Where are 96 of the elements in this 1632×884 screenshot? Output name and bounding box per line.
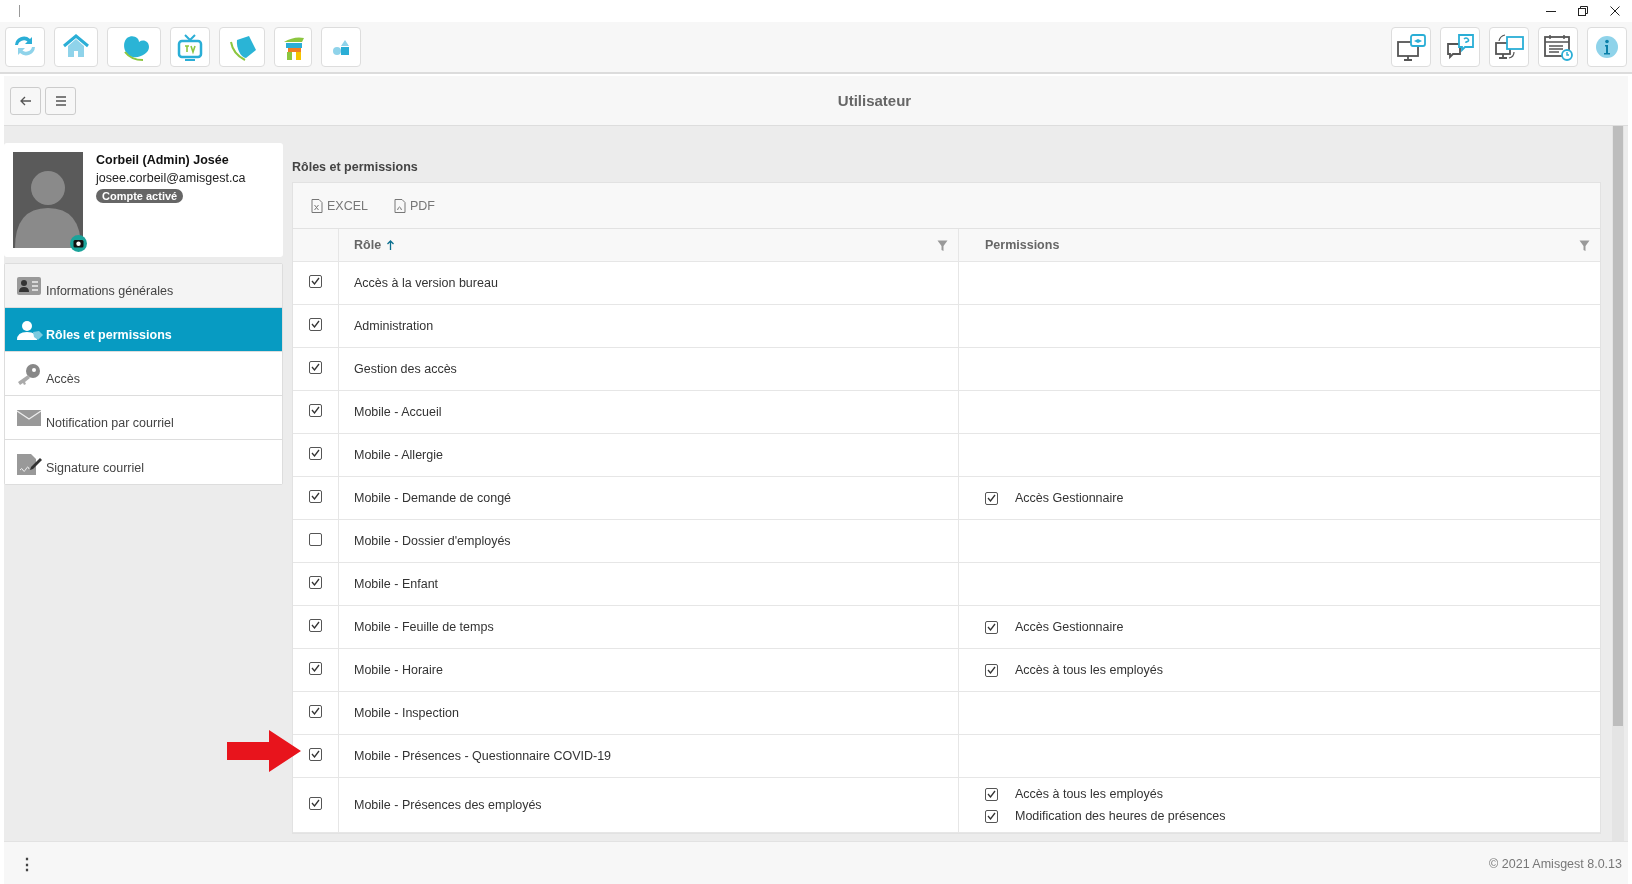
calendar-clock-button[interactable] bbox=[1538, 27, 1578, 67]
checkmark-icon bbox=[311, 799, 320, 807]
scrollbar-thumb[interactable] bbox=[1613, 126, 1623, 726]
copyright-text: © 2021 Amisgest 8.0.13 bbox=[1489, 857, 1622, 871]
checkbox[interactable] bbox=[309, 446, 322, 460]
id-card-icon bbox=[17, 276, 43, 298]
monitors-sync-icon bbox=[1494, 32, 1524, 62]
restore-icon bbox=[1578, 6, 1588, 16]
figure-button[interactable] bbox=[274, 27, 312, 67]
monitor-chat-icon bbox=[1396, 32, 1426, 62]
table-cell: Gestion des accès bbox=[339, 348, 959, 390]
checkbox[interactable] bbox=[309, 317, 322, 331]
table-cell: Mobile - Feuille de temps bbox=[339, 606, 959, 648]
checkbox[interactable] bbox=[309, 618, 322, 632]
home-button[interactable] bbox=[54, 27, 98, 67]
status-badge: Compte activé bbox=[96, 189, 184, 203]
export-button[interactable]: EXCEL bbox=[311, 198, 368, 213]
signature-document-icon bbox=[17, 453, 43, 475]
checkmark-icon bbox=[987, 812, 996, 820]
filter-icon bbox=[1579, 239, 1590, 251]
chat-question-icon bbox=[1445, 32, 1475, 62]
shapes-button[interactable] bbox=[321, 27, 361, 67]
checkmark-icon bbox=[987, 666, 996, 674]
filter-icon bbox=[937, 239, 948, 251]
table-cell: Mobile - Allergie bbox=[339, 434, 959, 476]
checkbox[interactable] bbox=[309, 532, 322, 546]
permission-label: Accès à tous les employés bbox=[1015, 663, 1163, 677]
checkbox[interactable] bbox=[309, 796, 322, 810]
calendar-clock-icon bbox=[1543, 32, 1573, 62]
section-title: Rôles et permissions bbox=[292, 160, 419, 174]
checkbox[interactable] bbox=[309, 661, 322, 675]
camera-icon bbox=[70, 235, 87, 252]
page-title: Utilisateur bbox=[836, 92, 913, 109]
checkmark-icon bbox=[311, 363, 320, 371]
checkmark-icon bbox=[311, 492, 320, 500]
table-cell: Administration bbox=[339, 305, 959, 347]
pdf-file-icon bbox=[394, 198, 406, 213]
checkbox[interactable] bbox=[309, 360, 322, 374]
close-icon bbox=[1610, 6, 1620, 16]
checkbox[interactable] bbox=[985, 809, 998, 823]
user-email: josee.corbeil@amisgest.ca bbox=[96, 171, 246, 185]
table-cell: Mobile - Dossier d'employés bbox=[339, 520, 959, 562]
checkbox[interactable] bbox=[309, 747, 322, 761]
checkbox[interactable] bbox=[309, 274, 322, 288]
menu-icon bbox=[54, 95, 67, 106]
excel-file-icon bbox=[311, 198, 323, 213]
table-cell: Mobile - Inspection bbox=[339, 692, 959, 734]
table-cell: Mobile - Accueil bbox=[339, 391, 959, 433]
table-cell: Mobile - Présences des employés bbox=[339, 778, 959, 832]
checkbox[interactable] bbox=[309, 704, 322, 718]
tv-button[interactable] bbox=[170, 27, 210, 67]
nav-item[interactable]: Informations générales bbox=[5, 264, 282, 308]
permission-label: Accès Gestionnaire bbox=[1015, 620, 1124, 634]
checkbox[interactable] bbox=[309, 489, 322, 503]
monitor-chat-button[interactable] bbox=[1391, 27, 1431, 67]
checkmark-icon bbox=[311, 277, 320, 285]
checkbox[interactable] bbox=[985, 491, 998, 505]
permission-label: Accès Gestionnaire bbox=[1015, 491, 1124, 505]
checkmark-icon bbox=[987, 623, 996, 631]
export-button[interactable]: PDF bbox=[394, 198, 435, 213]
column-header[interactable]: Rôle bbox=[354, 238, 382, 252]
checkmark-icon bbox=[987, 790, 996, 798]
table-cell: Mobile - Demande de congé bbox=[339, 477, 959, 519]
checkbox[interactable] bbox=[985, 663, 998, 677]
checkmark-icon bbox=[987, 494, 996, 502]
column-header[interactable]: Permissions bbox=[985, 238, 1060, 252]
key-icon bbox=[17, 364, 43, 386]
tv-icon bbox=[175, 32, 205, 62]
checkmark-icon bbox=[311, 707, 320, 715]
checkmark-icon bbox=[311, 621, 320, 629]
chat-question-button[interactable] bbox=[1440, 27, 1480, 67]
user-tag-icon bbox=[17, 320, 43, 342]
table-cell: Accès à la version bureau bbox=[339, 262, 959, 304]
table-cell: Mobile - Horaire bbox=[339, 649, 959, 691]
more-button[interactable]: ⋮ bbox=[19, 854, 35, 874]
back-arrow-icon bbox=[19, 95, 32, 106]
checkbox[interactable] bbox=[309, 403, 322, 417]
table-cell: Mobile - Présences - Questionnaire COVID-19 bbox=[339, 735, 959, 777]
info-button[interactable] bbox=[1587, 27, 1627, 67]
checkmark-icon bbox=[311, 449, 320, 457]
refresh-button[interactable] bbox=[5, 27, 45, 67]
permission-label: Accès à tous les employés bbox=[1015, 787, 1163, 801]
checkmark-icon bbox=[311, 664, 320, 672]
checkmark-icon bbox=[311, 750, 320, 758]
checkbox[interactable] bbox=[309, 575, 322, 589]
checkbox[interactable] bbox=[985, 787, 998, 801]
back-button[interactable] bbox=[10, 86, 41, 115]
checkmark-icon bbox=[311, 578, 320, 586]
user-name: Corbeil (Admin) Josée bbox=[96, 153, 229, 167]
monitors-sync-button[interactable] bbox=[1489, 27, 1529, 67]
checkbox[interactable] bbox=[985, 620, 998, 634]
menu-button[interactable] bbox=[45, 86, 76, 115]
permission-label: Modification des heures de présences bbox=[1015, 809, 1226, 823]
checkmark-icon bbox=[311, 320, 320, 328]
table-cell: Mobile - Enfant bbox=[339, 563, 959, 605]
checkmark-icon bbox=[311, 406, 320, 414]
